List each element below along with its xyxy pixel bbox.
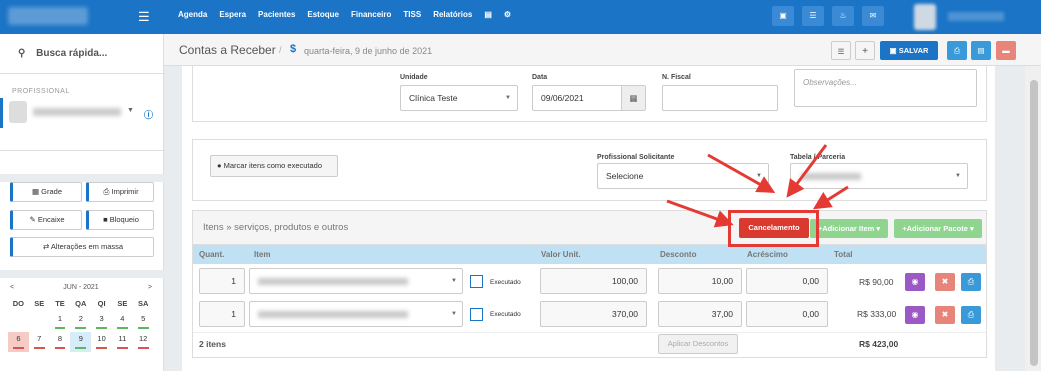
annotation-arrow	[707, 153, 776, 193]
annotation-arrow	[666, 199, 734, 228]
annotation-arrows	[666, 144, 849, 228]
annotation-arrow	[786, 144, 828, 198]
annotation-arrow	[812, 185, 849, 210]
